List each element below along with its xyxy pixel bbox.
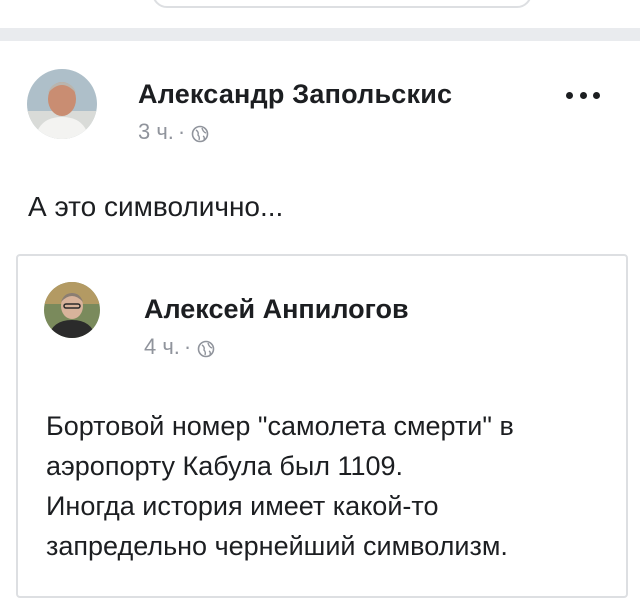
shared-author-avatar[interactable] [44,282,100,338]
globe-icon [197,338,215,358]
author-name[interactable]: Александр Запольскис [138,79,452,110]
post-text: А это символично... [28,191,284,222]
feed-post: Александр Запольскис 3 ч. · А это символ… [0,41,640,598]
top-action-pill[interactable] [152,0,532,8]
meta-separator: · [183,334,192,359]
shared-post-card[interactable]: Алексей Анпилогов 4 ч. · Бортовой номер … [16,254,628,598]
shared-text-line: Иногда история имеет какой-то [46,491,439,521]
author-avatar[interactable] [27,69,97,139]
feed-separator [0,28,640,41]
shared-post-text: Бортовой номер "самолета смерти" в аэроп… [46,406,616,566]
shared-text-line: Бортовой номер "самолета смерти" в [46,411,514,441]
post-meta: 3 ч. · [138,119,209,145]
top-bar [0,0,640,28]
meta-separator: · [177,119,186,144]
shared-post-timestamp[interactable]: 4 ч. [144,334,180,360]
shared-text-line: запредельно чернейший символизм. [46,531,508,561]
post-timestamp[interactable]: 3 ч. [138,119,174,145]
globe-icon [191,123,209,143]
shared-post-meta: 4 ч. · [144,334,215,360]
shared-author-name[interactable]: Алексей Анпилогов [144,294,409,325]
shared-text-line: аэропорту Кабула был 1109. [46,451,404,481]
more-options-icon[interactable] [566,85,600,105]
